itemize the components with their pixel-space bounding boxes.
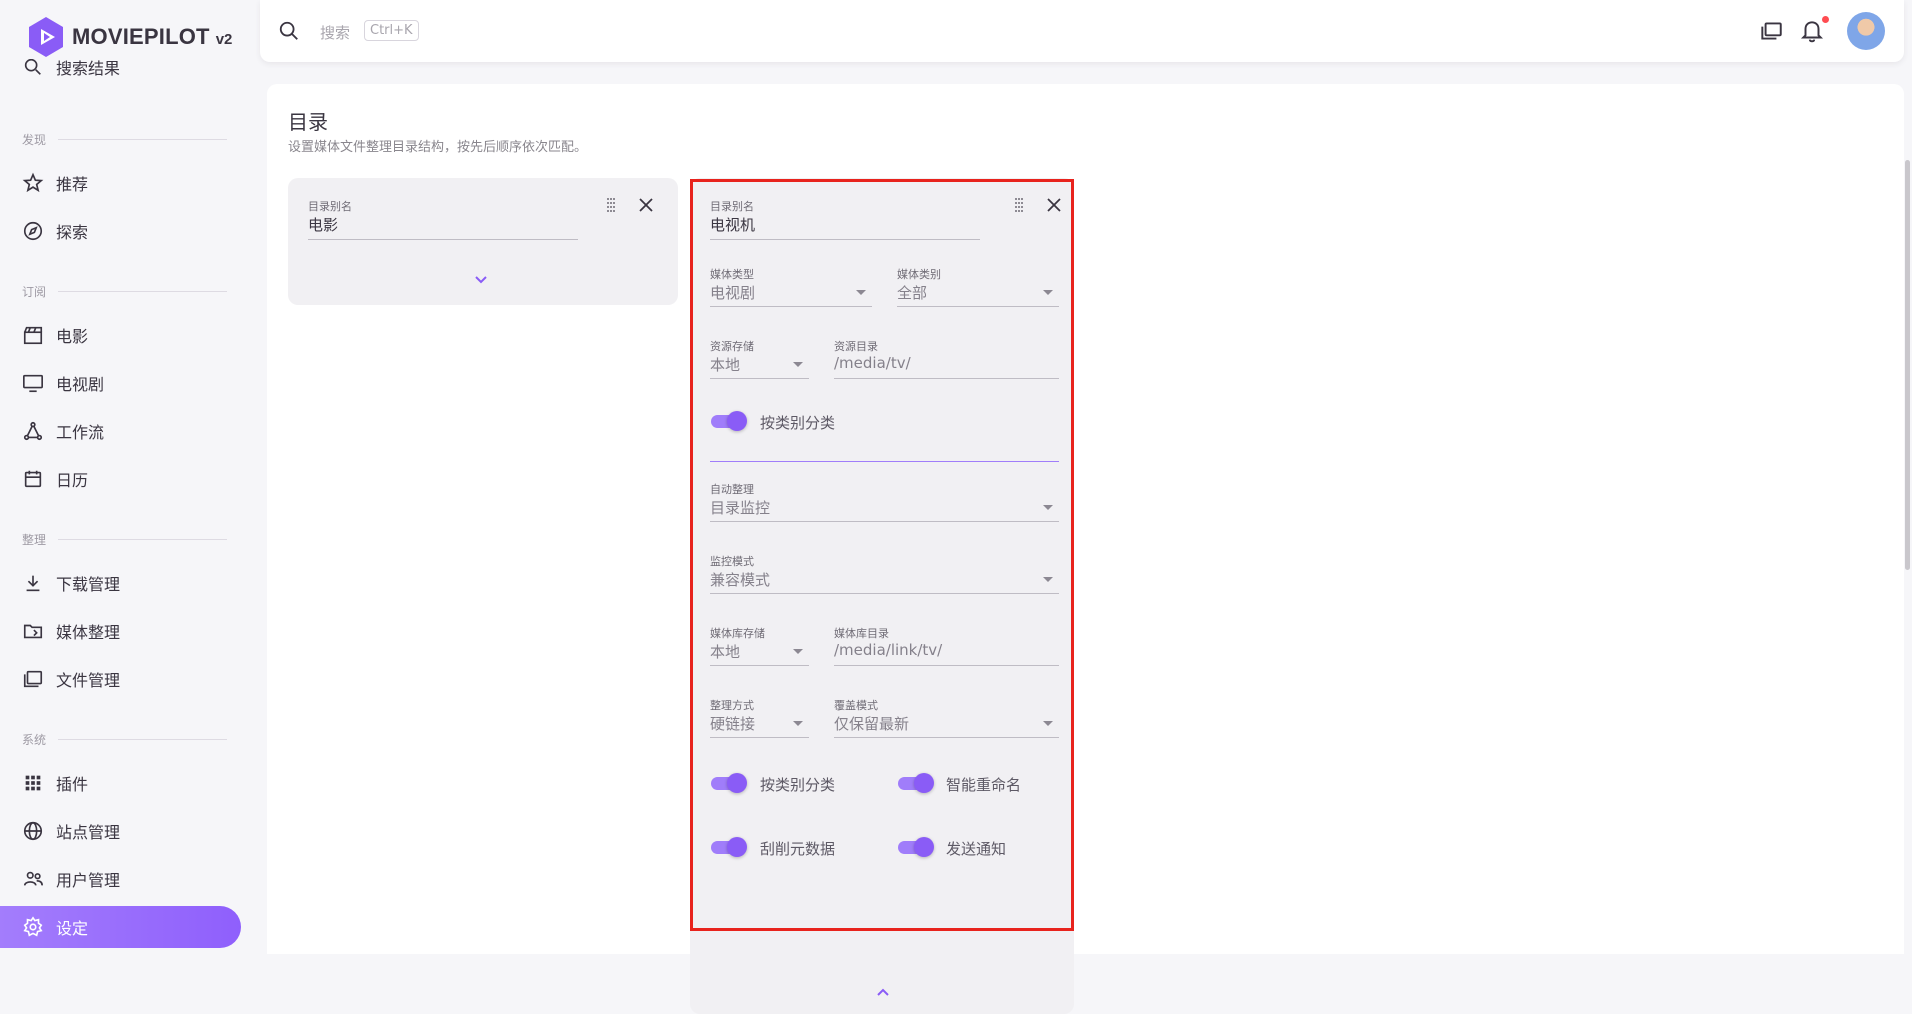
sidebar-item-label: 用户管理 xyxy=(56,871,121,890)
section-discover: 发现 xyxy=(22,131,227,148)
sidebar-item-plugins[interactable]: 插件 xyxy=(0,762,241,804)
top-bar: 搜索 Ctrl+K xyxy=(260,0,1904,62)
sidebar-item-sites[interactable]: 站点管理 xyxy=(0,810,241,852)
sidebar-item-calendar[interactable]: 日历 xyxy=(0,458,241,500)
sidebar-item-label: 推荐 xyxy=(56,175,89,194)
star-icon xyxy=(22,172,44,194)
section-organize: 整理 xyxy=(22,531,227,548)
apps-grid-icon xyxy=(22,772,44,794)
sidebar-item-explore[interactable]: 探索 xyxy=(0,210,241,252)
sidebar-item-label: 电视剧 xyxy=(56,375,105,394)
sidebar-item-media-organize[interactable]: 媒体整理 xyxy=(0,610,241,652)
search-icon xyxy=(22,59,44,78)
sidebar-item-recommend[interactable]: 推荐 xyxy=(0,162,241,204)
sidebar-item-label: 电影 xyxy=(56,327,89,346)
sidebar-item-label: 下载管理 xyxy=(56,575,121,594)
sidebar-item-label: 站点管理 xyxy=(56,823,121,842)
search-icon[interactable] xyxy=(278,20,300,42)
sidebar-item-search-results[interactable]: 搜索结果 xyxy=(0,59,241,89)
app-name: MOVIEPILOT xyxy=(72,24,210,49)
sidebar-item-workflow[interactable]: 工作流 xyxy=(0,410,241,452)
page-title: 目录 xyxy=(288,110,328,134)
download-icon xyxy=(22,572,44,594)
app-logo[interactable]: MOVIEPILOT v2 xyxy=(28,16,232,58)
sidebar-item-label: 搜索结果 xyxy=(56,59,121,78)
directory-settings-panel: 目录 设置媒体文件整理目录结构，按先后顺序依次匹配。 目录别名 电影 目录别名 … xyxy=(267,84,1904,1014)
compass-icon xyxy=(22,220,44,242)
app-version: v2 xyxy=(215,30,233,48)
sidebar-item-label: 媒体整理 xyxy=(56,623,121,642)
stack-windows-icon[interactable] xyxy=(1758,18,1784,44)
sidebar-item-downloads[interactable]: 下载管理 xyxy=(0,562,241,604)
scrollbar[interactable] xyxy=(1905,160,1910,570)
sidebar-item-users[interactable]: 用户管理 xyxy=(0,858,241,900)
search-input[interactable]: 搜索 xyxy=(320,22,350,43)
avatar[interactable] xyxy=(1847,12,1885,50)
sidebar-item-tv[interactable]: 电视剧 xyxy=(0,362,241,404)
alias-input[interactable]: 电影 xyxy=(308,214,338,235)
page-subtitle: 设置媒体文件整理目录结构，按先后顺序依次匹配。 xyxy=(288,140,588,155)
bell-icon[interactable] xyxy=(1799,18,1825,44)
sidebar-item-label: 文件管理 xyxy=(56,671,121,690)
globe-icon xyxy=(22,820,44,842)
sidebar-item-movies[interactable]: 电影 xyxy=(0,314,241,356)
alias-label: 目录别名 xyxy=(308,200,352,213)
folder-move-icon xyxy=(22,620,44,642)
workflow-icon xyxy=(22,420,44,442)
sidebar-item-label: 设定 xyxy=(56,919,89,938)
files-icon xyxy=(22,668,44,690)
sidebar-item-label: 工作流 xyxy=(56,423,105,442)
sidebar-item-file-manager[interactable]: 文件管理 xyxy=(0,658,241,700)
sidebar-item-settings[interactable]: 设定 xyxy=(0,906,241,948)
notification-dot xyxy=(1822,16,1829,23)
moviepilot-logo-icon xyxy=(29,17,63,57)
section-subscribe: 订阅 xyxy=(22,283,227,300)
sidebar: MOVIEPILOT v2 搜索结果 发现 推荐 探索 订阅 电影 电视剧 工作… xyxy=(0,0,267,954)
highlight-box xyxy=(690,179,1074,931)
sidebar-item-label: 探索 xyxy=(56,223,89,242)
drag-handle-icon[interactable] xyxy=(600,194,622,216)
sidebar-item-label: 日历 xyxy=(56,471,89,490)
search-shortcut-badge: Ctrl+K xyxy=(364,20,419,41)
chevron-down-icon[interactable] xyxy=(472,274,490,286)
gear-icon xyxy=(22,916,44,938)
section-system: 系统 xyxy=(22,731,227,748)
users-icon xyxy=(22,868,44,890)
close-icon[interactable] xyxy=(635,194,657,216)
tv-icon xyxy=(22,372,44,394)
clapperboard-icon xyxy=(22,324,44,346)
directory-card-movies: 目录别名 电影 xyxy=(288,178,678,305)
calendar-icon xyxy=(22,468,44,490)
chevron-up-icon[interactable] xyxy=(874,986,892,998)
sidebar-item-label: 插件 xyxy=(56,775,89,794)
